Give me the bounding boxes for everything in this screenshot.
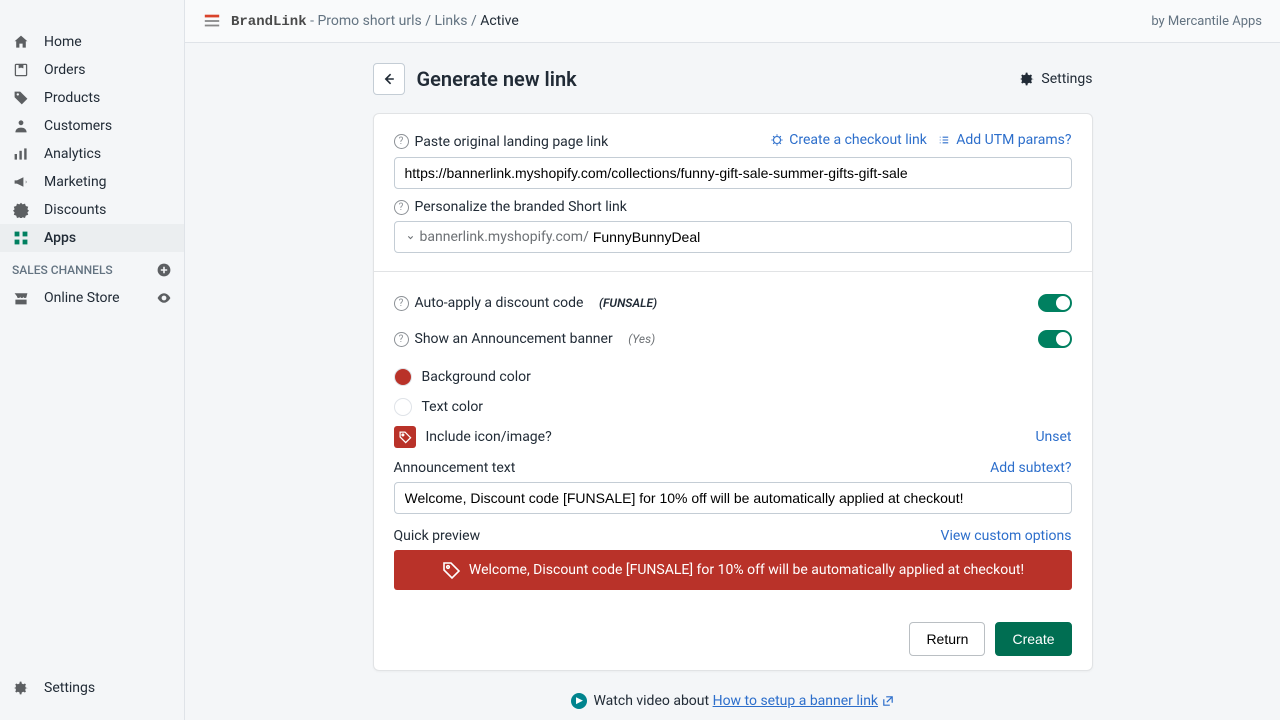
brand-logo-icon — [203, 12, 221, 30]
create-button[interactable]: Create — [995, 622, 1071, 656]
settings-label: Settings — [44, 680, 95, 696]
nav-label: Orders — [44, 62, 86, 78]
tag-icon — [12, 90, 30, 106]
add-subtext-link[interactable]: Add subtext? — [990, 460, 1071, 476]
nav-label: Analytics — [44, 146, 101, 162]
bullhorn-icon — [12, 174, 30, 190]
bg-color-swatch[interactable] — [394, 368, 412, 386]
crumb-segment: - Promo short urls — [307, 13, 422, 29]
nav-apps[interactable]: Apps — [0, 224, 184, 252]
nav-label: Discounts — [44, 202, 106, 218]
autoapply-toggle[interactable] — [1038, 294, 1072, 312]
nav-label: Marketing — [44, 174, 107, 190]
personalize-label: Personalize the branded Short link — [415, 199, 627, 215]
eye-icon[interactable] — [156, 290, 172, 306]
help-icon[interactable]: ? — [394, 332, 409, 347]
text-color-swatch[interactable] — [394, 398, 412, 416]
help-icon[interactable]: ? — [394, 296, 409, 311]
preview-text: Welcome, Discount code [FUNSALE] for 10%… — [469, 562, 1024, 578]
announcement-label: Announcement text — [394, 460, 516, 476]
nav-label: Customers — [44, 118, 112, 134]
nav-label: Products — [44, 90, 100, 106]
paste-label: Paste original landing page link — [415, 134, 609, 150]
banner-toggle[interactable] — [1038, 330, 1072, 348]
external-icon — [882, 695, 894, 707]
nav-settings[interactable]: Settings — [0, 674, 184, 702]
settings-label: Settings — [1041, 71, 1092, 87]
settings-button[interactable]: Settings — [1019, 71, 1092, 87]
add-channel-icon[interactable] — [156, 262, 172, 278]
banner-icon-preview[interactable] — [394, 426, 416, 448]
return-button[interactable]: Return — [909, 622, 985, 656]
landing-url-input[interactable] — [394, 157, 1072, 189]
help-icon[interactable]: ? — [394, 134, 409, 149]
nav-customers[interactable]: Customers — [0, 112, 184, 140]
play-icon[interactable]: ▶ — [571, 693, 587, 709]
form-card: ? Paste original landing page link Create… — [373, 113, 1093, 671]
sales-channels-heading: SALES CHANNELS — [0, 252, 184, 284]
back-button[interactable] — [373, 63, 405, 95]
nav-orders[interactable]: Orders — [0, 56, 184, 84]
unset-link[interactable]: Unset — [1035, 429, 1071, 445]
video-help-link: ▶ Watch video about How to setup a banne… — [571, 693, 893, 709]
tag-icon — [441, 560, 461, 580]
help-icon[interactable]: ? — [394, 200, 409, 215]
store-icon — [12, 290, 30, 306]
channel-label: Online Store — [44, 290, 142, 306]
quick-preview-label: Quick preview — [394, 528, 481, 544]
nav-label: Apps — [44, 230, 76, 246]
apps-icon — [12, 230, 30, 246]
announcement-input[interactable] — [394, 482, 1072, 514]
bg-color-label: Background color — [422, 369, 531, 385]
crumb-segment[interactable]: Links — [434, 13, 467, 29]
create-checkout-link[interactable]: Create a checkout link — [770, 132, 927, 148]
banner-yes: (Yes) — [628, 332, 655, 346]
view-custom-options-link[interactable]: View custom options — [941, 528, 1072, 544]
gear-icon — [1019, 71, 1035, 87]
page-title: Generate new link — [417, 67, 577, 91]
nav-discounts[interactable]: Discounts — [0, 196, 184, 224]
sidebar: Home Orders Products Customers Analytics… — [0, 0, 185, 720]
brand-name: BrandLink — [231, 14, 307, 30]
gear-icon — [12, 680, 30, 696]
discount-code-hint: (FUNSALE) — [599, 296, 657, 310]
home-icon — [12, 34, 30, 50]
short-url-field[interactable]: bannerlink.myshopify.com/ — [394, 221, 1072, 253]
barchart-icon — [12, 146, 30, 162]
nav-analytics[interactable]: Analytics — [0, 140, 184, 168]
nav-label: Home — [44, 34, 82, 50]
banner-preview: Welcome, Discount code [FUNSALE] for 10%… — [394, 550, 1072, 590]
video-prefix: Watch video about — [593, 693, 712, 709]
icon-label: Include icon/image? — [426, 429, 552, 445]
person-icon — [12, 118, 30, 134]
autoapply-label: Auto-apply a discount code — [415, 295, 584, 311]
nav-marketing[interactable]: Marketing — [0, 168, 184, 196]
discount-icon — [12, 202, 30, 218]
nav-home[interactable]: Home — [0, 28, 184, 56]
orders-icon — [12, 62, 30, 78]
nav-products[interactable]: Products — [0, 84, 184, 112]
video-link[interactable]: How to setup a banner link — [713, 693, 878, 709]
text-color-label: Text color — [422, 399, 484, 415]
app-author: by Mercantile Apps — [1151, 14, 1262, 29]
crumb-active: Active — [480, 13, 519, 29]
banner-label: Show an Announcement banner — [415, 331, 613, 347]
channel-online-store[interactable]: Online Store — [0, 284, 184, 312]
breadcrumb-bar: BrandLink - Promo short urls / Links / A… — [185, 0, 1280, 43]
add-utm-link[interactable]: Add UTM params? — [937, 132, 1071, 148]
short-slug-input[interactable] — [589, 222, 1061, 252]
short-prefix: bannerlink.myshopify.com/ — [420, 229, 589, 245]
